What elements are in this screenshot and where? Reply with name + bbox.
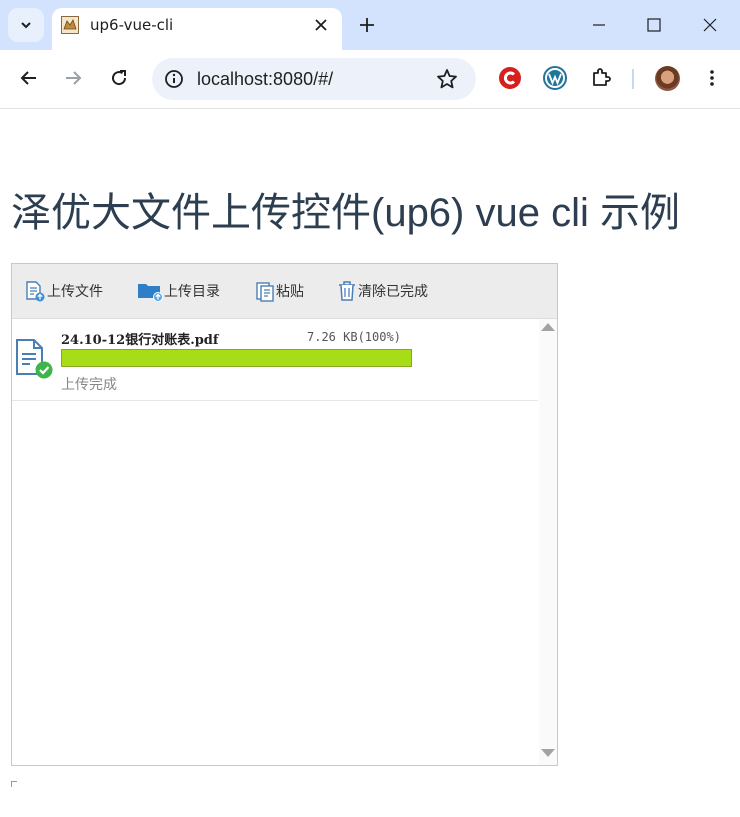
file-size-progress: 7.26 KB(100%) (307, 330, 401, 344)
trash-icon (339, 281, 355, 301)
clear-completed-button[interactable]: 清除已完成 (337, 280, 428, 302)
file-list-scrollbar[interactable] (539, 319, 557, 765)
progress-fill (62, 350, 411, 366)
upload-folder-label: 上传目录 (164, 284, 220, 300)
upload-folder-button[interactable]: 上传目录 (137, 280, 220, 302)
browser-tab-strip: up6-vue-cli (0, 0, 740, 50)
puzzle-extensions-icon[interactable] (589, 66, 613, 90)
maximize-button[interactable] (643, 14, 665, 36)
reload-icon (112, 70, 127, 86)
browser-menu-button[interactable] (700, 66, 724, 90)
tab-search-button[interactable] (8, 8, 44, 42)
upload-file-button[interactable]: 上传文件 (24, 280, 103, 302)
page-title: 泽优大文件上传控件(up6) vue cli 示例 (11, 191, 680, 235)
red-c-extension-icon[interactable] (498, 66, 522, 90)
toolbar-divider (632, 69, 634, 89)
upload-progress-bar (61, 349, 412, 367)
file-name: 24.10-12银行对账表.pdf (61, 333, 219, 348)
close-icon (703, 18, 717, 32)
upload-file-label: 上传文件 (47, 284, 103, 300)
info-icon[interactable] (164, 69, 184, 89)
address-bar[interactable]: localhost:8080/#/ (152, 58, 476, 100)
corner-marker (11, 781, 17, 787)
uploader-toolbar: 上传文件 上传目录 粘贴 清除已完成 (12, 264, 557, 319)
reload-button[interactable] (107, 66, 131, 90)
bookmark-star-icon[interactable] (436, 68, 458, 90)
paste-button[interactable]: 粘贴 (255, 280, 304, 302)
uploader-panel: 上传文件 上传目录 粘贴 清除已完成 24.10-12银行对账表.pdf 7.2… (11, 263, 558, 766)
window-close-button[interactable] (699, 14, 721, 36)
wordpress-icon[interactable] (543, 66, 567, 90)
plus-icon (360, 18, 374, 32)
minimize-icon (593, 24, 605, 26)
arrow-right-icon (66, 71, 82, 85)
tab-close-button[interactable] (312, 16, 330, 34)
chevron-down-icon (21, 22, 31, 29)
tab-title: up6-vue-cli (90, 16, 174, 34)
browser-toolbar: localhost:8080/#/ (0, 50, 740, 109)
file-list-item: 24.10-12银行对账表.pdf 7.26 KB(100%) 上传完成 (12, 319, 538, 401)
url-text[interactable]: localhost:8080/#/ (197, 68, 333, 90)
upload-file-icon (26, 281, 45, 302)
arrow-left-icon (20, 71, 36, 85)
maximize-icon (647, 18, 661, 32)
kebab-menu-icon (710, 70, 714, 86)
minimize-button[interactable] (588, 14, 610, 36)
browser-tab[interactable]: up6-vue-cli (52, 8, 342, 50)
scroll-up-arrow-icon[interactable] (541, 323, 555, 331)
back-button[interactable] (17, 66, 41, 90)
new-tab-button[interactable] (356, 14, 378, 36)
profile-avatar[interactable] (655, 66, 680, 91)
upload-folder-icon (138, 284, 163, 302)
close-icon (315, 19, 327, 31)
file-status: 上传完成 (61, 377, 117, 393)
clear-completed-label: 清除已完成 (358, 284, 428, 300)
paste-label: 粘贴 (276, 284, 304, 300)
forward-button[interactable] (61, 66, 85, 90)
scroll-down-arrow-icon[interactable] (541, 749, 555, 757)
paste-icon (256, 282, 274, 302)
tomcat-favicon-icon (61, 16, 79, 34)
file-complete-icon (16, 339, 53, 379)
